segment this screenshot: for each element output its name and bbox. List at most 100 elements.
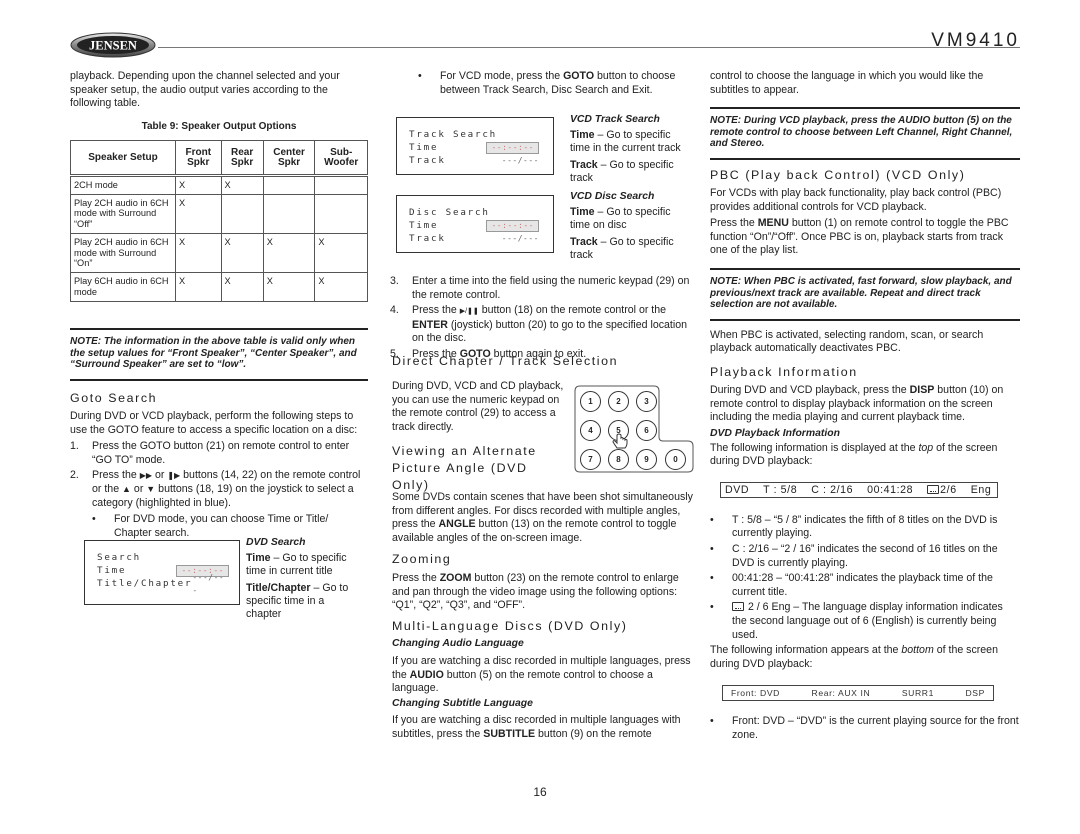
- playback-info-paragraph: During DVD and VCD playback, press the D…: [710, 384, 1020, 425]
- info-front-zone: Front: DVD: [731, 688, 780, 699]
- table-row: Play 2CH audio in 6CH mode with Surround…: [70, 193, 368, 235]
- step-forward-icon: ❚▶: [167, 471, 181, 481]
- step-text: button (18) on the remote control or the: [481, 304, 667, 317]
- table-cell: Play 2CH audio in 6CH mode with Surround…: [70, 233, 176, 274]
- subtitle-bold: SUBTITLE: [483, 727, 536, 740]
- header-subwoofer: Sub-Woofer: [314, 139, 368, 177]
- osd-track-value: ---/---: [501, 156, 539, 165]
- keypad-key[interactable]: 3: [636, 391, 657, 412]
- alternate-angle-heading: Viewing an Alternate Picture Angle (DVD …: [392, 444, 537, 492]
- bullet-item: • For VCD mode, press the GOTO button to…: [418, 70, 694, 97]
- table-cell: X: [175, 174, 222, 196]
- osd-time-field[interactable]: --:--:--: [486, 219, 539, 232]
- top-info-bullets: • T : 5/8 – “5 / 8” indicates the fifth o…: [710, 514, 1020, 642]
- osd-title-row: Disc Search: [409, 206, 539, 219]
- osd-title: Track Search: [409, 129, 497, 140]
- keypad-key[interactable]: 7: [580, 449, 601, 470]
- pbc-text: Press the: [710, 217, 758, 230]
- table-cell: [314, 174, 368, 196]
- time-label: Time: [570, 129, 595, 142]
- bullet-item: • T : 5/8 – “5 / 8” indicates the fifth o…: [710, 514, 1020, 541]
- bullet-mark: •: [710, 715, 714, 728]
- keypad-key[interactable]: 8: [608, 449, 629, 470]
- goto-search-heading: Goto Search: [70, 391, 158, 406]
- dvd-bottom-info-bar: Front: DVD Rear: AUX IN SURR1 DSP: [722, 685, 994, 702]
- keypad-key[interactable]: 0: [665, 449, 686, 470]
- keypad-key[interactable]: 1: [580, 391, 601, 412]
- numeric-keypad: 1 2 3 4 5 6 7 8 9 0: [574, 385, 694, 473]
- osd-time-label: Time: [97, 565, 127, 576]
- column-left: playback. Depending upon the channel sel…: [70, 70, 368, 542]
- info-source: DVD: [725, 483, 750, 496]
- keypad-key[interactable]: 4: [580, 420, 601, 441]
- zoom-text: Press the: [392, 572, 440, 584]
- subtitle-continued-text: control to choose the language in which …: [710, 70, 984, 96]
- changing-subtitle-heading: Changing Subtitle Language: [392, 698, 533, 709]
- pbc-heading: PBC (Play back Control) (VCD Only): [710, 167, 966, 182]
- dvd-top-info-bar: DVD T : 5/8 C : 2/16 00:41:28 2/6 Eng: [720, 481, 998, 498]
- down-arrow-icon: ▼: [146, 484, 156, 494]
- info-surround: SURR1: [901, 688, 934, 699]
- osd-title: Search: [97, 552, 141, 563]
- bullet-text: 2 / 6 Eng – The language display informa…: [732, 601, 1003, 641]
- vcd-disc-description: VCD Disc Search Time – Go to specific ti…: [570, 190, 692, 262]
- track-label: Track: [570, 235, 598, 248]
- bullet-text: T : 5/8 – “5 / 8” indicates the fifth of…: [732, 513, 998, 540]
- table-cell: X: [175, 233, 222, 274]
- zooming-heading: Zooming: [392, 552, 452, 566]
- info-language-value: 2/6: [940, 483, 957, 496]
- bottom-info-paragraph: The following information appears at the…: [710, 644, 1020, 671]
- table-cell: [262, 174, 316, 196]
- direct-chapter-text: During DVD, VCD and CD playback, you can…: [392, 380, 564, 433]
- table-cell: X: [314, 233, 368, 274]
- fast-forward-icon: ▶▶: [139, 471, 153, 481]
- bullet-item: • C : 2/16 – “2 / 16” indicates the secon…: [710, 543, 1020, 570]
- osd-track-label: Track: [409, 155, 446, 166]
- play-pause-icon: ▶/❚❚: [459, 308, 479, 316]
- subtitle-icon: [927, 484, 940, 494]
- osd-title: Disc Search: [409, 207, 490, 218]
- top-info-paragraph: The following information is displayed a…: [710, 442, 1020, 469]
- osd-track-row: Track ---/---: [409, 154, 539, 167]
- speaker-output-table: Speaker Setup Front Spkr Rear Spkr Cente…: [70, 139, 368, 303]
- jensen-logo: JENSEN: [70, 32, 156, 58]
- step-text: (joystick) button (20) to go to the spec…: [412, 318, 687, 345]
- multi-language-heading: Multi-Language Discs (DVD Only): [392, 619, 628, 633]
- bullet-bold: GOTO: [563, 70, 595, 82]
- keypad-key[interactable]: 6: [636, 420, 657, 441]
- subtitle-icon: [732, 602, 744, 612]
- up-arrow-icon: ▲: [122, 484, 131, 494]
- keypad-key[interactable]: 9: [636, 449, 657, 470]
- table-cell: [262, 193, 316, 235]
- note-pbc: NOTE: When PBC is activated, fast forwar…: [710, 267, 1020, 321]
- alternate-angle-text: Some DVDs contain scenes that have been …: [392, 491, 694, 545]
- column-right: control to choose the language in which …: [710, 70, 1020, 745]
- step-3: 3. Enter a time into the field using the…: [390, 275, 694, 302]
- step-text: or: [133, 483, 144, 495]
- page-number: 16: [533, 785, 547, 799]
- table-row: Play 6CH audio in 6CH mode X X X X: [70, 272, 368, 303]
- step-number: 4.: [390, 304, 399, 317]
- vcd-track-description: VCD Track Search Time – Go to specific t…: [570, 113, 692, 185]
- direct-chapter-heading: Direct Chapter / Track Selection: [392, 354, 619, 368]
- table-cell: X: [220, 272, 264, 303]
- step-number: 2.: [70, 469, 79, 482]
- info-italic: bottom: [901, 644, 934, 657]
- info-rear-zone: Rear: AUX IN: [811, 688, 871, 699]
- table-cell: 2CH mode: [70, 174, 176, 196]
- osd-time-field[interactable]: --:--:--: [486, 141, 539, 154]
- zoom-bold: ZOOM: [439, 572, 472, 584]
- bullet-item: • 00:41:28 – “00:41:28” indicates the pla…: [710, 572, 1020, 599]
- time-label: Time: [570, 206, 595, 219]
- logo-text: JENSEN: [89, 39, 137, 53]
- table-cell: X: [175, 193, 222, 235]
- bullet-text: For VCD mode, press the: [440, 70, 564, 82]
- table-cell: X: [220, 233, 264, 274]
- info-time: 00:41:28: [867, 483, 914, 496]
- osd-time-label: Time: [409, 142, 439, 153]
- table-caption: Table 9: Speaker Output Options: [141, 120, 297, 132]
- bullet-item: • 2 / 6 Eng – The language display infor…: [710, 601, 1020, 642]
- keypad-key[interactable]: 2: [608, 391, 629, 412]
- vcd-track-heading: VCD Track Search: [570, 114, 660, 125]
- step-4: 4. Press the ▶/❚❚ button (18) on the rem…: [390, 304, 694, 346]
